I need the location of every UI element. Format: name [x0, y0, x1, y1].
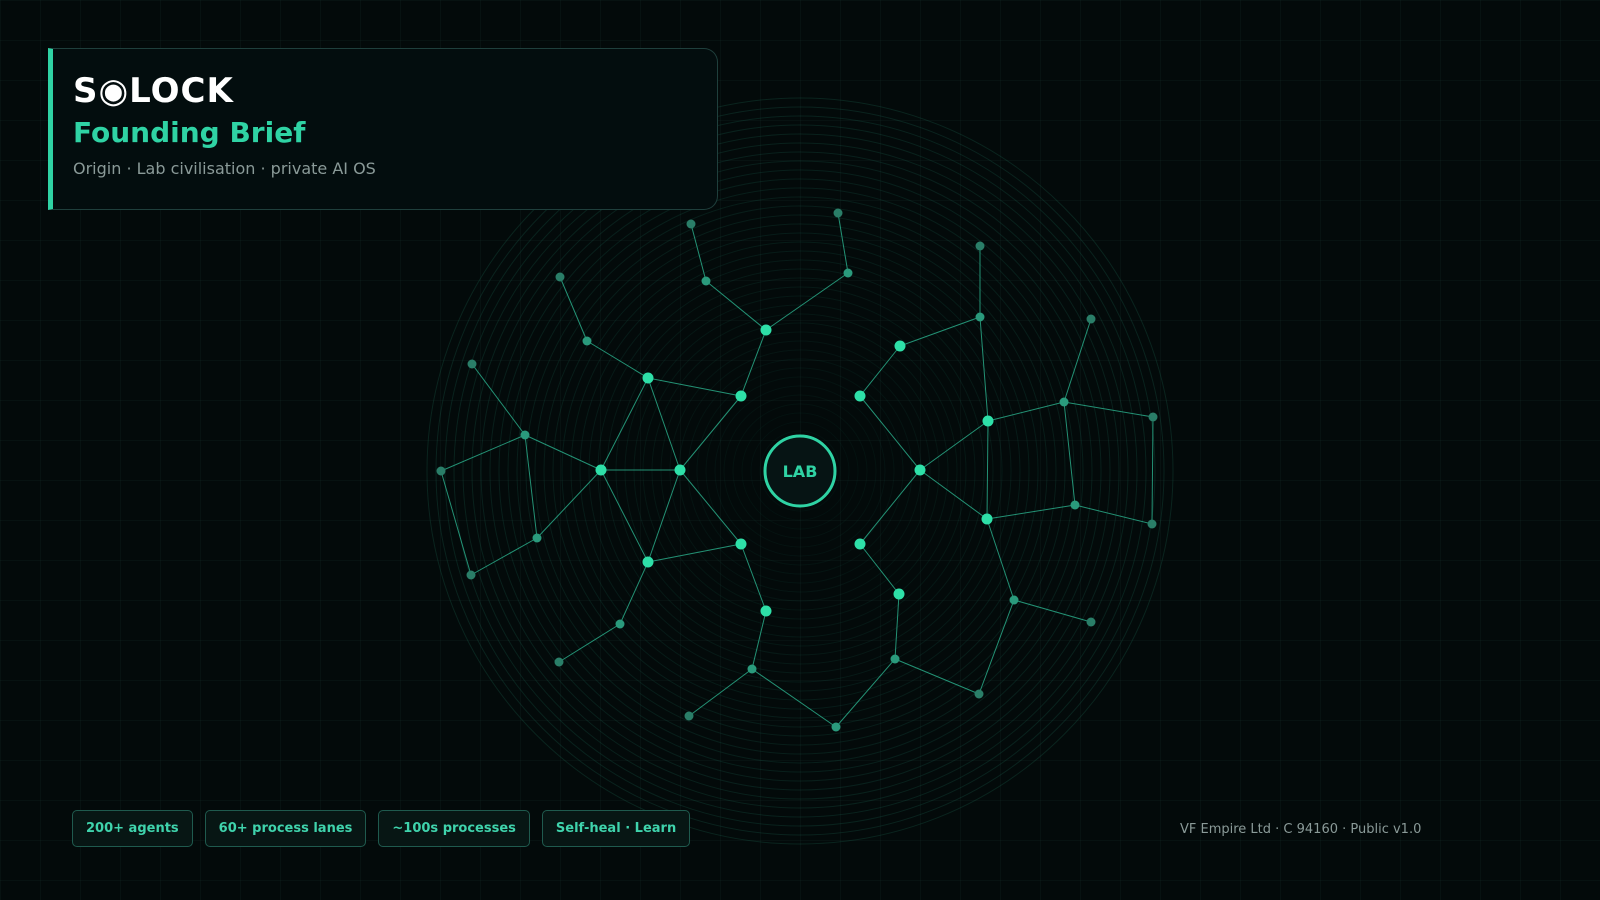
- edge-a4-a5: [690, 223, 707, 282]
- edge-b6-b7: [470, 537, 538, 576]
- edge-b2-c2: [600, 469, 649, 563]
- network-node-f6: [1086, 617, 1096, 627]
- network-node-d2: [894, 340, 906, 352]
- network-node-b5: [436, 466, 446, 476]
- network-node-a2: [735, 390, 747, 402]
- network-node-f1: [854, 538, 866, 550]
- brand-logo: S◉LOCK: [73, 71, 234, 111]
- badge-process-lanes: 60+ process lanes: [204, 810, 367, 847]
- lab-hub-label: LAB: [783, 462, 818, 481]
- edge-d5-e2: [986, 420, 989, 520]
- edge-e1-f1: [859, 469, 921, 545]
- edge-d2-d3: [899, 316, 981, 347]
- network-node-e1: [914, 464, 926, 476]
- network-node-a3: [642, 372, 654, 384]
- badge-agents: 200+ agents: [72, 810, 193, 847]
- lab-hub: LAB: [763, 434, 837, 508]
- badge-self-heal: Self-heal · Learn: [541, 810, 691, 847]
- edge-a1-a6: [765, 272, 849, 331]
- edge-d6-d7: [1063, 318, 1092, 403]
- edge-f1-f2: [859, 543, 900, 595]
- network-node-f4: [974, 689, 984, 699]
- edge-b1-c1: [679, 469, 742, 545]
- edge-c1-c3: [740, 543, 767, 612]
- network-node-d3: [975, 312, 985, 322]
- edge-e1-d5: [919, 420, 989, 471]
- network-node-c3: [760, 605, 772, 617]
- network-node-c1: [735, 538, 747, 550]
- page-subtitle: Origin · Lab civilisation · private AI O…: [73, 159, 376, 178]
- edge-a1-a4: [705, 280, 767, 331]
- footer-credit: VF Empire Ltd · C 94160 · Public v1.0: [1180, 822, 1422, 837]
- edge-d5-d6: [987, 401, 1065, 422]
- network-node-b4: [467, 359, 477, 369]
- network-node-a7: [833, 208, 843, 218]
- network-node-b1: [674, 464, 686, 476]
- network-node-c2: [642, 556, 654, 568]
- network-node-e4: [1147, 519, 1157, 529]
- network-node-d4: [975, 241, 985, 251]
- network-node-b2: [595, 464, 607, 476]
- network-node-c6: [747, 664, 757, 674]
- edge-f3-f4: [894, 658, 980, 695]
- network-node-a5: [686, 219, 696, 229]
- network-node-d5: [982, 415, 994, 427]
- network-node-e3: [1070, 500, 1080, 510]
- network-node-a8: [582, 336, 592, 346]
- badge-processes: ~100s processes: [378, 810, 530, 847]
- network-node-d7: [1086, 314, 1096, 324]
- network-node-d6: [1059, 397, 1069, 407]
- network-node-d1: [854, 390, 866, 402]
- network-node-a9: [555, 272, 565, 282]
- network-node-d8: [1148, 412, 1158, 422]
- header-card: S◉LOCK Founding Brief Origin · Lab civil…: [48, 48, 718, 210]
- network-node-c8: [831, 722, 841, 732]
- network-node-c4: [615, 619, 625, 629]
- network-node-e2: [981, 513, 993, 525]
- edge-e3-e4: [1074, 504, 1153, 525]
- network-node-a1: [760, 324, 772, 336]
- page-title: Founding Brief: [73, 116, 306, 149]
- edge-a2-b1: [679, 395, 742, 471]
- edge-d2-d1: [859, 345, 901, 397]
- edge-d1-e1: [859, 395, 921, 471]
- network-node-b3: [520, 430, 530, 440]
- network-node-c5: [554, 657, 564, 667]
- network-node-f5: [1009, 595, 1019, 605]
- network-node-b6: [532, 533, 542, 543]
- network-node-a6: [843, 268, 853, 278]
- network-node-b7: [466, 570, 476, 580]
- edge-b3-b5: [440, 434, 526, 472]
- edge-a3-a8: [586, 340, 649, 379]
- edge-f4-f5: [978, 599, 1015, 695]
- network-node-f2: [893, 588, 905, 600]
- network-node-f3: [890, 654, 900, 664]
- network-node-c7: [684, 711, 694, 721]
- edge-e1-e2: [919, 469, 988, 520]
- slide: LAB S◉LOCK Founding Brief Origin · Lab c…: [0, 0, 1600, 900]
- stat-badges: 200+ agents 60+ process lanes ~100s proc…: [72, 810, 691, 847]
- network-node-a4: [701, 276, 711, 286]
